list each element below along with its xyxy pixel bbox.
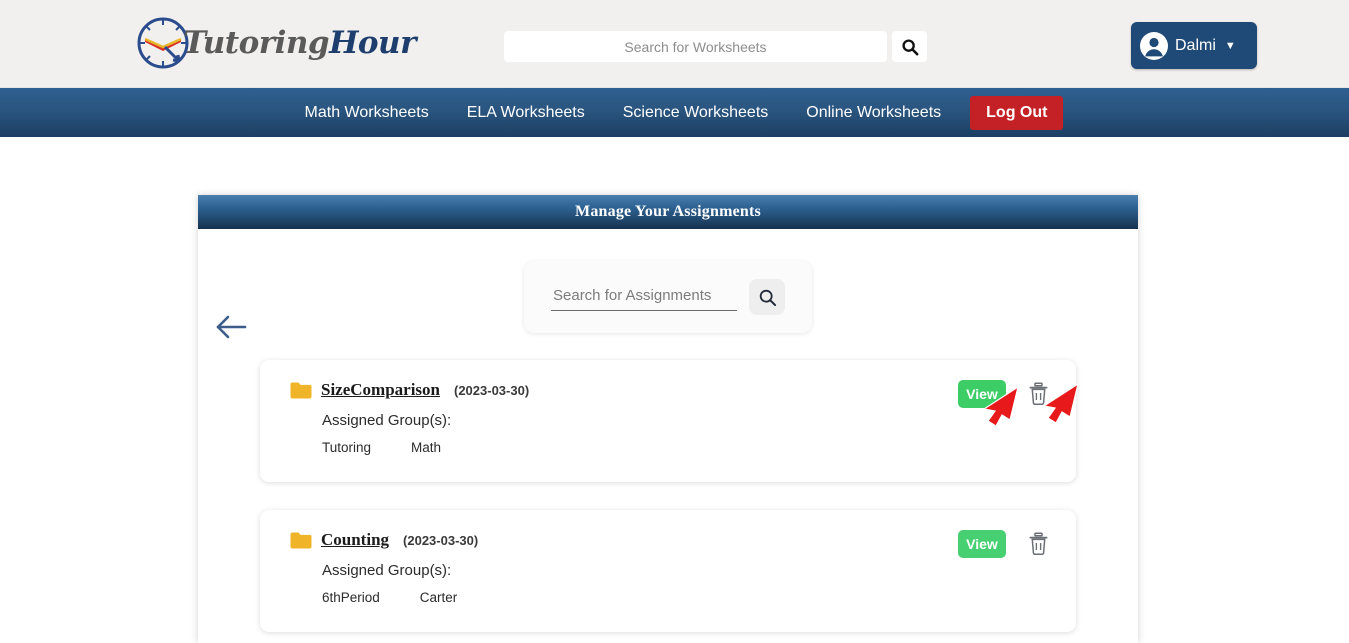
assignment-header-row: SizeComparison (2023-03-30) xyxy=(290,380,1054,400)
header-search xyxy=(504,31,927,62)
assignments-panel: Manage Your Assignments Search for Assig… xyxy=(198,195,1138,643)
view-assignment-button[interactable]: View xyxy=(958,380,1006,408)
assignment-card: SizeComparison (2023-03-30) Assigned Gro… xyxy=(260,360,1076,482)
user-menu-button[interactable]: Dalmi ▼ xyxy=(1131,22,1257,69)
trash-icon xyxy=(1029,382,1048,405)
assignment-name-link[interactable]: SizeComparison xyxy=(321,380,440,400)
logout-button[interactable]: Log Out xyxy=(970,95,1064,130)
delete-assignment-button[interactable] xyxy=(1026,530,1050,558)
folder-icon xyxy=(290,382,312,398)
arrow-left-icon xyxy=(216,315,247,339)
delete-assignment-button[interactable] xyxy=(1026,380,1050,408)
assignment-search-card xyxy=(524,261,812,333)
page-title: Manage Your Assignments xyxy=(198,195,1138,229)
worksheet-search-input[interactable] xyxy=(504,31,887,62)
group-chip: Carter xyxy=(419,590,458,605)
nav-item-science-worksheets[interactable]: Science Worksheets xyxy=(604,88,788,137)
logo-text-primary: Tutoring xyxy=(183,24,330,61)
nav-item-ela-worksheets[interactable]: ELA Worksheets xyxy=(448,88,604,137)
trash-icon xyxy=(1029,532,1048,555)
nav-item-online-worksheets[interactable]: Online Worksheets xyxy=(787,88,960,137)
back-button[interactable] xyxy=(212,313,250,341)
assignment-actions: View xyxy=(958,530,1050,558)
logo-wordmark: TutoringHour xyxy=(183,24,416,61)
assignment-date: (2023-03-30) xyxy=(403,532,479,548)
assignment-name-link[interactable]: Counting xyxy=(321,530,389,550)
group-chip: 6thPeriod xyxy=(322,590,380,605)
nav-item-math-worksheets[interactable]: Math Worksheets xyxy=(286,88,448,137)
panel-body: SizeComparison (2023-03-30) Assigned Gro… xyxy=(198,261,1138,632)
assignment-date: (2023-03-30) xyxy=(454,382,530,398)
group-chip: Tutoring xyxy=(322,440,372,455)
assignment-actions: View xyxy=(958,380,1050,408)
site-logo[interactable]: TutoringHour xyxy=(135,14,416,72)
search-icon xyxy=(759,289,776,306)
folder-icon xyxy=(290,532,312,548)
worksheet-search-button[interactable] xyxy=(892,31,927,62)
chevron-down-icon: ▼ xyxy=(1224,39,1236,52)
assigned-groups-list: 6thPeriod Carter xyxy=(322,590,1054,605)
user-name-label: Dalmi xyxy=(1175,36,1216,54)
site-header: TutoringHour Dalmi ▼ xyxy=(0,0,1349,88)
assignment-search-button[interactable] xyxy=(749,279,785,315)
assignment-header-row: Counting (2023-03-30) xyxy=(290,530,1054,550)
assignment-search-input[interactable] xyxy=(551,283,737,311)
person-icon xyxy=(1140,31,1168,60)
main-navigation: Math Worksheets ELA Worksheets Science W… xyxy=(0,88,1349,137)
logo-text-secondary: Hour xyxy=(329,24,416,61)
assigned-groups-list: Tutoring Math xyxy=(322,440,1054,455)
group-chip: Math xyxy=(411,440,442,455)
assignment-card: Counting (2023-03-30) Assigned Group(s):… xyxy=(260,510,1076,632)
assignments-list: SizeComparison (2023-03-30) Assigned Gro… xyxy=(260,360,1076,632)
search-icon xyxy=(901,38,918,55)
assigned-groups-label: Assigned Group(s): xyxy=(322,562,452,579)
assigned-groups-label: Assigned Group(s): xyxy=(322,412,452,429)
view-assignment-button[interactable]: View xyxy=(958,530,1006,558)
